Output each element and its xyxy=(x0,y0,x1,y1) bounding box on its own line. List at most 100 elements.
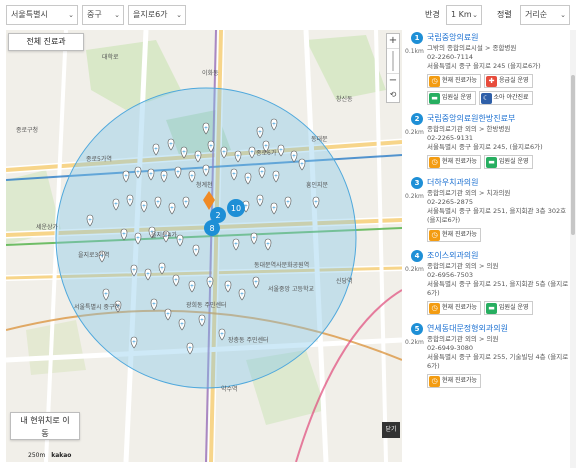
plus-icon: + xyxy=(174,278,178,284)
plus-icon: + xyxy=(222,150,226,156)
region-select[interactable]: 서울특별시 ⌄ xyxy=(6,5,78,25)
plus-icon: + xyxy=(254,280,258,286)
plus-icon: + xyxy=(166,312,170,318)
plus-icon: + xyxy=(114,202,118,208)
map-label: 흥인지문 xyxy=(306,182,329,189)
distance-label: 0.2km xyxy=(405,339,424,346)
radius-select[interactable]: 1 Km ⌄ xyxy=(446,5,482,25)
hospital-list-item[interactable]: 4 0.2km 조이스외과의원 종합의료기관 외의 > 의원 02-6956-7503 서… xyxy=(405,248,570,321)
plus-icon: + xyxy=(209,144,213,150)
result-number-badge: 1 xyxy=(411,32,423,44)
plus-icon: + xyxy=(176,170,180,176)
hospital-list-item[interactable]: 2 0.2km 국립중앙의료원한방진료부 종합의료기관 외의 > 한방병원 02-226… xyxy=(405,111,570,175)
clock-icon: ◷ xyxy=(429,156,440,168)
service-badge: ◷ 현재 진료가능 xyxy=(427,74,482,88)
service-badge-label: 응급실 운영 xyxy=(499,77,529,84)
result-number-badge: 3 xyxy=(411,177,423,189)
radius-select-value: 1 Km xyxy=(451,10,472,19)
plus-icon: + xyxy=(128,198,132,204)
hospital-name-link[interactable]: 연세동대문정형외과의원 xyxy=(427,321,570,335)
district-select[interactable]: 중구 ⌄ xyxy=(82,5,124,25)
map-scale: 250m kakao xyxy=(28,452,71,459)
my-location-label: 내 현위치로 이동 xyxy=(20,416,70,438)
hospital-list-item[interactable]: 3 0.2km 더하우치과의원 종합의료기관 외의 > 치과의원 02-2265-287… xyxy=(405,175,570,248)
plus-icon: + xyxy=(232,172,236,178)
service-badge: ◷ 현재 진료가능 xyxy=(427,228,482,242)
plus-icon: + xyxy=(160,266,164,272)
plus-icon: + xyxy=(122,232,126,238)
hospital-info-line: 02-2260-7114 xyxy=(427,53,474,61)
plus-icon: + xyxy=(200,318,204,324)
plus-icon: + xyxy=(204,168,208,174)
all-departments-button[interactable]: 전체 진료과 xyxy=(8,33,84,51)
chevron-down-icon: ⌄ xyxy=(560,11,566,19)
hospital-list-item[interactable]: 5 0.2km 연세동대문정형외과의원 종합의료기관 외의 > 의원 02-6949-3… xyxy=(405,321,570,394)
service-badge-label: 입원실 운영 xyxy=(499,304,529,311)
plus-icon: + xyxy=(188,346,192,352)
map-label: 신당역 xyxy=(336,278,353,285)
plus-icon: + xyxy=(266,242,270,248)
plus-icon: + xyxy=(88,218,92,224)
clock-icon: ◷ xyxy=(429,229,440,241)
hospital-name-link[interactable]: 더하우치과의원 xyxy=(427,175,570,189)
map-label: 청계천 xyxy=(196,182,213,189)
dong-select-value: 을지로6가 xyxy=(133,10,168,19)
sort-select-value: 거리순 xyxy=(525,10,548,19)
plus-icon: + xyxy=(236,154,240,160)
map-label: 을지로4가 xyxy=(151,232,177,239)
hospital-finder: 서울특별시 ⌄ 중구 ⌄ 을지로6가 ⌄ 반경 1 Km ⌄ 정렬 거리순 ⌄ xyxy=(0,0,580,468)
map-label: 을지로3가역 xyxy=(78,252,110,259)
plus-icon: + xyxy=(146,272,150,278)
zoom-in-button[interactable]: + xyxy=(387,34,399,48)
distance-label: 0.2km xyxy=(405,193,424,200)
hospital-info-line: 서울특별시 중구 을지로 255, 기술빌딩 4층 (을지로6가) xyxy=(427,353,569,370)
hospital-name-link[interactable]: 국립중앙의료원 xyxy=(427,30,570,44)
service-badge-label: 입원실 운영 xyxy=(442,94,472,101)
hospital-name-link[interactable]: 국립중앙의료원한방진료부 xyxy=(427,111,570,125)
map-label: 동대문역사문화공원역 xyxy=(254,262,310,269)
hospital-info-line: 그밖의 종합의료시설 > 종합병원 xyxy=(427,44,517,52)
hospital-info-line: 서울특별시 중구 을지로 245, (을지로6가) xyxy=(427,143,543,151)
my-location-button[interactable]: 내 현위치로 이동 xyxy=(10,412,80,440)
plus-icon: + xyxy=(154,147,158,153)
zoom-out-button[interactable]: − xyxy=(387,74,399,88)
service-badge: ◷ 현재 진료가능 xyxy=(427,374,482,388)
hospital-list-item[interactable]: 1 0.1km 국립중앙의료원 그밖의 종합의료시설 > 종합병원 02-2260-71… xyxy=(405,30,570,111)
plus-icon: + xyxy=(170,206,174,212)
service-badge: ◷ 현재 진료가능 xyxy=(427,155,482,169)
map-view[interactable]: + + + + + + + + + + + + + + + + + + + + + + + + + + + + + + + + + + + + + + + +… xyxy=(6,30,402,462)
plus-icon: + xyxy=(180,322,184,328)
service-badges: ◷ 현재 진료가능 ✚ 응급실 운영 ▬ 입원실 운영 ☾ 소아 야간진료 xyxy=(427,74,570,105)
service-badge: ▬ 입원실 운영 xyxy=(484,155,533,169)
result-number-badge: 4 xyxy=(411,250,423,262)
clock-icon: ◷ xyxy=(429,75,440,87)
close-button[interactable]: 닫기 xyxy=(382,422,400,438)
hospital-info-line: 종합의료기관 외의 > 의원 xyxy=(427,335,499,343)
hospital-list: 1 0.1km 국립중앙의료원 그밖의 종합의료시설 > 종합병원 02-2260-71… xyxy=(405,30,570,468)
clock-icon: ◷ xyxy=(429,302,440,314)
distance-label: 0.2km xyxy=(405,266,424,273)
chevron-down-icon: ⌄ xyxy=(114,11,120,19)
plus-icon: + xyxy=(272,122,276,128)
reset-icon[interactable]: ⟲ xyxy=(387,88,399,102)
plus-icon: + xyxy=(258,130,262,136)
hospital-name-link[interactable]: 조이스외과의원 xyxy=(427,248,570,262)
map-label: 약수역 xyxy=(221,386,238,393)
plus-icon: + xyxy=(300,162,304,168)
radius-label: 반경 xyxy=(425,10,440,19)
service-badges: ◷ 현재 진료가능 xyxy=(427,228,570,242)
hospital-info-line: 종합의료기관 외의 > 치과의원 xyxy=(427,189,511,197)
plus-icon: + xyxy=(220,332,224,338)
service-badges: ◷ 현재 진료가능 ▬ 입원실 운영 xyxy=(427,155,570,169)
dong-select[interactable]: 을지로6가 ⌄ xyxy=(128,5,186,25)
list-scrollbar[interactable] xyxy=(570,30,576,468)
district-select-value: 중구 xyxy=(87,10,102,19)
zoom-slider[interactable] xyxy=(387,48,399,74)
service-badge: ✚ 응급실 운영 xyxy=(484,74,533,88)
plus-icon: + xyxy=(162,174,166,180)
map-label: 종로6가 xyxy=(256,150,277,157)
scrollbar-thumb[interactable] xyxy=(571,75,575,235)
sort-select[interactable]: 거리순 ⌄ xyxy=(520,5,570,25)
map-label: 대학로 xyxy=(102,54,119,61)
zoom-control[interactable]: + − ⟲ xyxy=(386,33,400,103)
